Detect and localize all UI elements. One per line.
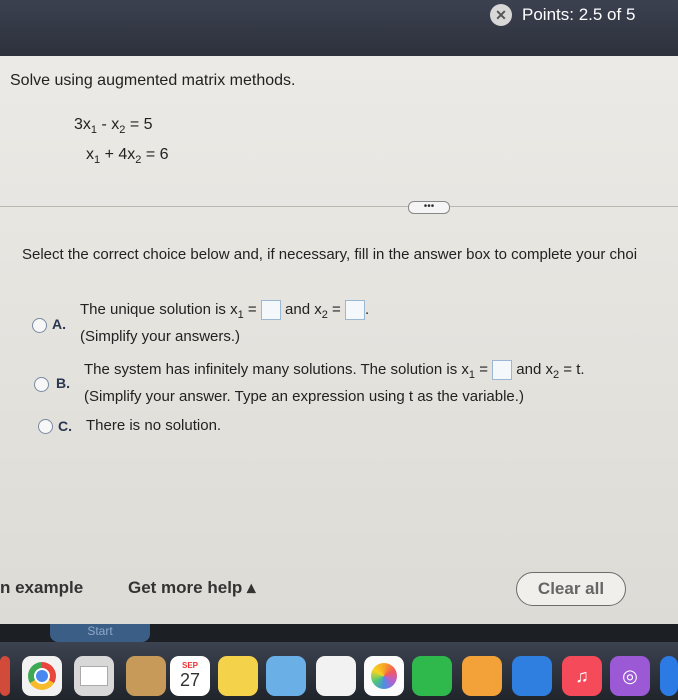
answer-box-a-x1[interactable] (260, 300, 281, 320)
chrome-icon[interactable] (22, 656, 62, 696)
question-prompt: Solve using augmented matrix methods. (10, 72, 296, 89)
start-tab[interactable]: Start (50, 624, 150, 642)
header-bar: ✕ Points: 2.5 of 5 (0, 0, 678, 56)
equation-1: 3x1 - x2 = 5 (74, 116, 153, 137)
podcasts-icon[interactable]: ◎ (610, 656, 650, 696)
pages-icon[interactable] (462, 656, 502, 696)
contacts-icon[interactable] (126, 656, 166, 696)
keynote-icon[interactable] (512, 656, 552, 696)
app-store-icon[interactable] (660, 656, 678, 696)
maps-icon[interactable] (266, 656, 306, 696)
get-more-help-button[interactable]: Get more help ▴ (128, 578, 256, 598)
reminders-icon[interactable] (316, 656, 356, 696)
notes-icon[interactable] (218, 656, 258, 696)
choice-c-radio[interactable] (38, 419, 53, 434)
expand-more-button[interactable]: ••• (408, 201, 450, 214)
equation-2: x1 + 4x2 = 6 (86, 146, 169, 167)
choice-b-radio[interactable] (34, 377, 49, 392)
photos-icon[interactable] (364, 656, 404, 696)
partial-credit-icon: ✕ (490, 4, 512, 26)
choice-a-radio[interactable] (32, 318, 47, 333)
choice-c-text: There is no solution. (86, 417, 222, 434)
points-indicator: ✕ Points: 2.5 of 5 (490, 4, 635, 26)
choice-a-hint: (Simplify your answers.) (80, 328, 241, 345)
view-example-link[interactable]: n example (0, 578, 83, 598)
choice-b-hint: (Simplify your answer. Type an expressio… (84, 388, 524, 405)
instruction-text: Select the correct choice below and, if … (22, 246, 638, 263)
choice-a-text: The unique solution is x1 = and x2 = . (80, 300, 370, 321)
music-icon[interactable]: ♫ (562, 656, 602, 696)
calendar-icon[interactable]: SEP 27 (170, 656, 210, 696)
points-label: Points: 2.5 of 5 (522, 5, 636, 24)
choice-c-letter: C. (58, 418, 72, 434)
answer-box-b-x1[interactable] (492, 360, 513, 380)
choice-b-text: The system has infinitely many solutions… (84, 360, 585, 381)
facetime-icon[interactable] (412, 656, 452, 696)
app-icon[interactable] (0, 656, 10, 696)
clear-all-button[interactable]: Clear all (516, 572, 626, 606)
choice-b-letter: B. (56, 375, 70, 391)
section-divider (0, 206, 678, 207)
answer-box-a-x2[interactable] (344, 300, 365, 320)
mail-icon[interactable] (74, 656, 114, 696)
choice-a-letter: A. (52, 316, 66, 332)
